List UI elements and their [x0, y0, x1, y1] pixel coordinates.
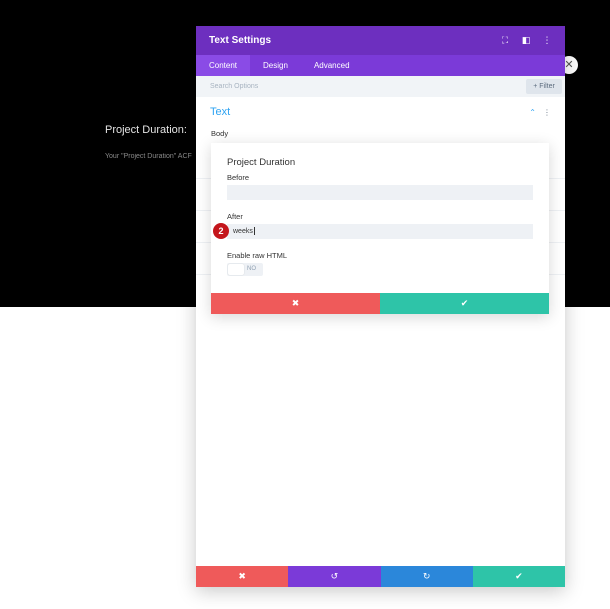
redo-button[interactable]: ↻	[380, 566, 473, 587]
popup-footer: ✖ ✔	[211, 293, 549, 314]
save-button[interactable]: ✔	[472, 566, 565, 587]
after-input[interactable]: weeks	[227, 224, 533, 239]
tab-advanced[interactable]: Advanced	[301, 55, 363, 76]
sidebar-toggle-icon[interactable]: ◧	[521, 35, 531, 46]
before-input[interactable]	[227, 185, 533, 200]
section-title: Text	[210, 106, 231, 118]
after-input-value: weeks	[233, 228, 253, 235]
fullscreen-icon[interactable]: ⛶	[500, 35, 510, 46]
popup-cancel-button[interactable]: ✖	[211, 293, 380, 314]
tab-bar: Content Design Advanced	[196, 55, 565, 76]
toggle-state: NO	[247, 266, 256, 272]
before-label: Before	[227, 173, 250, 182]
tab-content[interactable]: Content	[196, 55, 251, 76]
dynamic-content-popup: Project Duration Before After weeks 2 En…	[211, 143, 549, 314]
filter-button[interactable]: + Filter	[526, 79, 562, 94]
popup-confirm-button[interactable]: ✔	[380, 293, 549, 314]
background-subtext: Your "Project Duration" ACF	[105, 153, 192, 160]
search-bar[interactable]: Search Options + Filter	[196, 76, 565, 97]
modal-header: Text Settings ⛶ ◧ ⋮	[196, 26, 565, 55]
screen: Project Duration: Your "Project Duration…	[0, 0, 610, 609]
after-label: After	[227, 212, 243, 221]
modal-title: Text Settings	[209, 35, 272, 46]
section-more-icon[interactable]: ⋮	[543, 108, 551, 117]
chevron-up-icon[interactable]: ⌃	[529, 108, 536, 117]
tab-design[interactable]: Design	[250, 55, 301, 76]
modal-footer: ✖ ↺ ↻ ✔	[196, 566, 565, 587]
undo-button[interactable]: ↺	[288, 566, 381, 587]
background-heading: Project Duration:	[105, 124, 187, 136]
toggle-knob	[228, 264, 244, 275]
text-section-header[interactable]: Text ⌃ ⋮	[196, 97, 565, 127]
step-badge: 2	[213, 223, 229, 239]
body-label: Body	[211, 129, 229, 138]
text-cursor	[253, 227, 255, 236]
raw-html-label: Enable raw HTML	[227, 251, 288, 260]
raw-html-toggle[interactable]: NO	[227, 263, 263, 276]
search-input[interactable]: Search Options	[210, 83, 551, 90]
more-options-icon[interactable]: ⋮	[542, 35, 552, 46]
popup-title: Project Duration	[227, 157, 296, 168]
discard-button[interactable]: ✖	[196, 566, 289, 587]
